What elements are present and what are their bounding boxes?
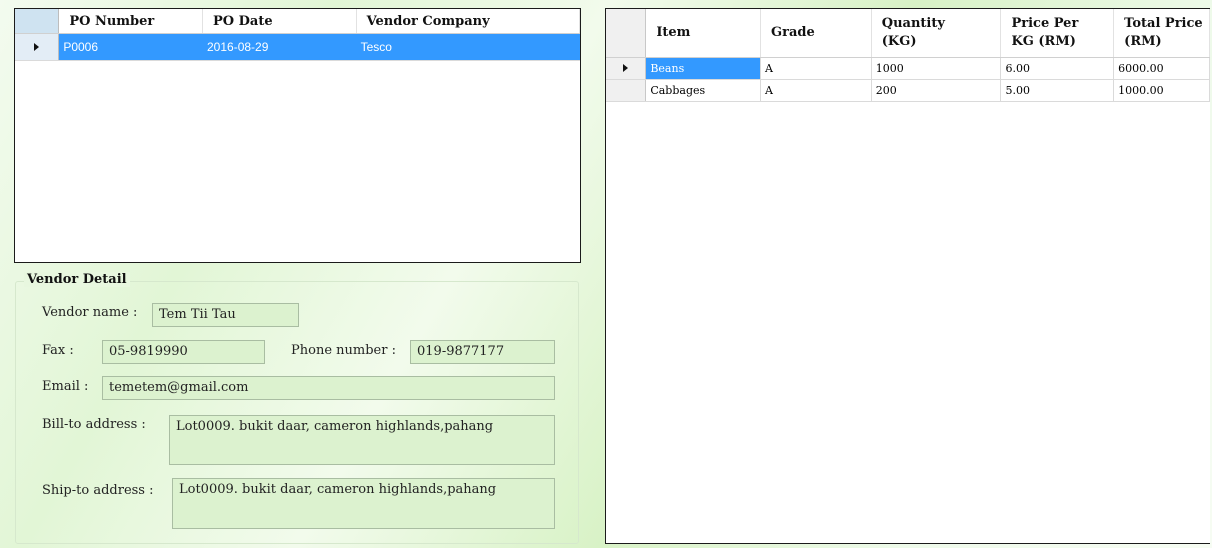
bill-to-address-field[interactable]: Lot0009. bukit daar, cameron highlands,p… [169,415,555,465]
item-row[interactable]: Beans A 1000 6.00 6000.00 [606,57,1210,80]
email-label: Email : [42,379,89,394]
phone-number-label: Phone number : [291,343,396,358]
item-name-cell[interactable]: Cabbages [645,79,762,102]
phone-number-field[interactable]: 019-9877177 [410,340,555,364]
bill-to-address-label: Bill-to address : [42,417,146,432]
item-table: Item Grade Quantity (KG) Price Per KG (RM)… [606,9,1210,102]
price-per-kg-cell[interactable]: 5.00 [1000,79,1115,102]
po-corner-header [15,9,60,34]
ship-to-address-field[interactable]: Lot0009. bukit daar, cameron highlands,p… [172,478,555,529]
fax-field[interactable]: 05-9819990 [102,340,265,364]
item-column-header-line1: Item [656,25,691,40]
item-row[interactable]: Cabbages A 200 5.00 1000.00 [606,79,1210,102]
total-price-column-header[interactable]: Total Price (RM) [1113,9,1210,58]
quantity-cell[interactable]: 200 [871,79,1002,102]
item-row-header[interactable] [606,79,647,102]
po-row[interactable]: P0006 2016-08-29 Tesco [15,33,581,61]
vendor-detail-group: Vendor Detail Vendor name : Tem Tii Tau … [15,272,579,544]
item-corner-header [606,9,647,58]
vendor-name-label: Vendor name : [42,305,138,320]
quantity-cell[interactable]: 1000 [871,57,1002,80]
ship-to-address-label: Ship-to address : [42,483,154,498]
price-per-kg-cell[interactable]: 6.00 [1000,57,1115,80]
grade-column-header-line1: Grade [771,25,815,40]
current-row-arrow-icon [34,43,40,51]
item-column-header[interactable]: Item [645,9,762,58]
item-name-cell[interactable]: Beans [645,57,762,80]
vendor-name-field[interactable]: Tem Tii Tau [152,303,299,327]
total-price-cell[interactable]: 6000.00 [1113,57,1210,80]
fax-label: Fax : [42,343,74,358]
item-row-header[interactable] [606,57,647,80]
po-row-header[interactable] [15,33,60,61]
price-per-kg-column-header-line1: Price Per [1011,16,1079,31]
po-table: PO Number PO Date Vendor Company P0006 2… [15,9,581,61]
grade-cell[interactable]: A [760,57,872,80]
email-field[interactable]: temetem@gmail.com [102,376,555,400]
grade-cell[interactable]: A [760,79,872,102]
po-date-cell[interactable]: 2016-08-29 [202,33,357,61]
quantity-column-header-line1: Quantity [881,16,945,31]
current-row-arrow-icon [623,64,629,72]
total-price-cell[interactable]: 1000.00 [1113,79,1210,102]
po-header-row: PO Number PO Date Vendor Company [15,9,581,34]
quantity-column-header-line2: (KG) [881,34,917,49]
item-grid[interactable]: Item Grade Quantity (KG) Price Per KG (RM)… [605,8,1210,544]
po-number-cell[interactable]: P0006 [58,33,203,61]
grade-column-header[interactable]: Grade [760,9,872,58]
vendor-detail-title: Vendor Detail [24,272,130,287]
po-date-column-header[interactable]: PO Date [202,9,357,34]
item-header-row: Item Grade Quantity (KG) Price Per KG (RM)… [606,9,1210,58]
quantity-column-header[interactable]: Quantity (KG) [871,9,1002,58]
price-per-kg-column-header-line2: KG (RM) [1011,34,1076,49]
po-grid[interactable]: PO Number PO Date Vendor Company P0006 2… [14,8,581,263]
vendor-company-column-header[interactable]: Vendor Company [356,9,581,34]
price-per-kg-column-header[interactable]: Price Per KG (RM) [1000,9,1115,58]
po-number-column-header[interactable]: PO Number [58,9,203,34]
total-price-column-header-line2: (RM) [1124,34,1162,49]
total-price-column-header-line1: Total Price [1124,16,1203,31]
vendor-company-cell[interactable]: Tesco [356,33,581,61]
